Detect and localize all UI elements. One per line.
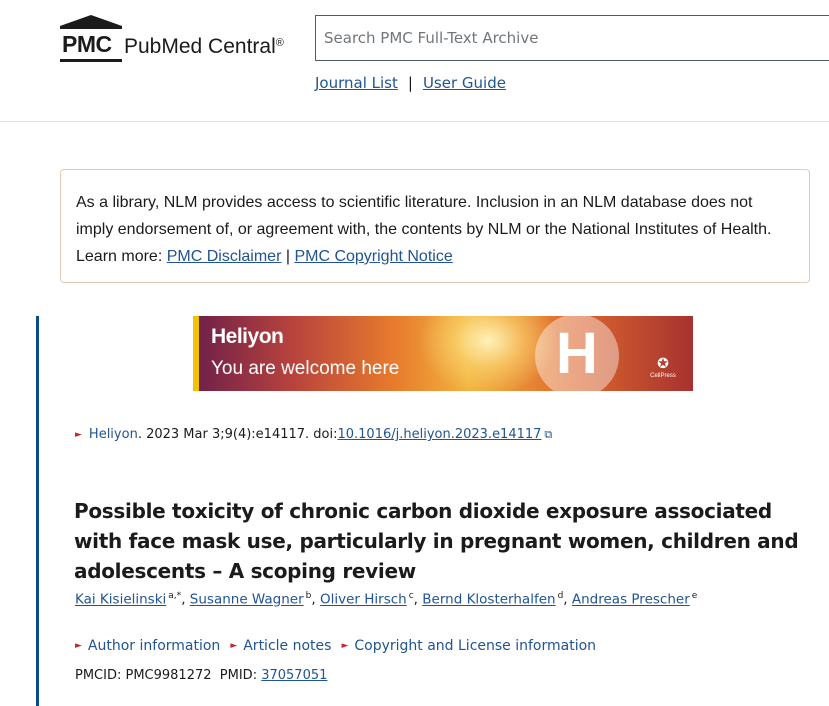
cellpress-icon: ✪ bbox=[657, 356, 669, 372]
author-link[interactable]: Andreas Prescher bbox=[572, 592, 690, 608]
site-header: PMC PubMed Central® Journal List | User … bbox=[0, 0, 829, 122]
header-links: Journal List | User Guide bbox=[315, 74, 506, 92]
pmid-link[interactable]: 37057051 bbox=[261, 668, 327, 683]
article-accent-bar bbox=[36, 316, 39, 706]
pmc-disclaimer-link[interactable]: PMC Disclaimer bbox=[167, 248, 282, 265]
article-ids: PMCID: PMC9981272 PMID: 37057051 bbox=[75, 668, 327, 683]
expand-triangle-icon: ► bbox=[75, 429, 82, 440]
disclaimer-box: As a library, NLM provides access to sci… bbox=[60, 169, 810, 283]
expand-triangle-icon: ► bbox=[341, 641, 349, 651]
cellpress-logo: ✪ CellPress bbox=[648, 356, 678, 380]
journal-link[interactable]: Heliyon bbox=[89, 427, 138, 442]
author-link[interactable]: Bernd Klosterhalfen bbox=[422, 592, 555, 608]
pmcid-text: PMCID: PMC9981272 bbox=[75, 668, 212, 683]
citation-line: ► Heliyon . 2023 Mar 3;9(4):e14117. doi:… bbox=[75, 427, 552, 442]
heliyon-logo-icon: H bbox=[556, 321, 598, 386]
author-list: Kai Kisielinski a,*, Susanne Wagner b, Oli… bbox=[75, 591, 698, 608]
author-information-toggle[interactable]: ► Author information bbox=[75, 638, 220, 654]
citation-details: . 2023 Mar 3;9(4):e14117. doi: bbox=[137, 427, 338, 442]
banner-subtitle: You are welcome here bbox=[211, 358, 400, 379]
article-notes-toggle[interactable]: ► Article notes bbox=[230, 638, 331, 654]
external-link-icon: ⧉ bbox=[544, 427, 553, 441]
doi-link[interactable]: 10.1016/j.heliyon.2023.e14117 bbox=[337, 427, 541, 442]
logo-roof-icon bbox=[60, 15, 122, 26]
pmid-label: PMID: bbox=[219, 668, 258, 683]
user-guide-link[interactable]: User Guide bbox=[423, 74, 506, 92]
journal-banner[interactable]: Heliyon You are welcome here H ✪ CellPre… bbox=[193, 316, 693, 391]
author-link[interactable]: Susanne Wagner bbox=[190, 592, 304, 608]
expand-triangle-icon: ► bbox=[75, 641, 82, 651]
logo-pmc-text: PMC bbox=[62, 31, 112, 57]
banner-title: Heliyon bbox=[211, 325, 284, 348]
article-info-links: ► Author information ► Article notes ► C… bbox=[75, 638, 596, 654]
copyright-license-toggle[interactable]: ► Copyright and License information bbox=[341, 638, 596, 654]
search-input[interactable] bbox=[316, 16, 829, 60]
search-box bbox=[315, 15, 829, 61]
journal-list-link[interactable]: Journal List bbox=[315, 74, 398, 92]
expand-triangle-icon: ► bbox=[230, 641, 238, 651]
pmc-copyright-notice-link[interactable]: PMC Copyright Notice bbox=[294, 248, 452, 265]
header-link-separator: | bbox=[407, 74, 413, 92]
pmc-logo-mark: PMC bbox=[60, 15, 122, 63]
article-title: Possible toxicity of chronic carbon diox… bbox=[74, 499, 799, 584]
author-link[interactable]: Oliver Hirsch bbox=[320, 592, 407, 608]
pmc-logo[interactable]: PMC PubMed Central® bbox=[60, 15, 284, 63]
author-link[interactable]: Kai Kisielinski bbox=[75, 592, 166, 608]
logo-text: PubMed Central® bbox=[124, 35, 284, 58]
